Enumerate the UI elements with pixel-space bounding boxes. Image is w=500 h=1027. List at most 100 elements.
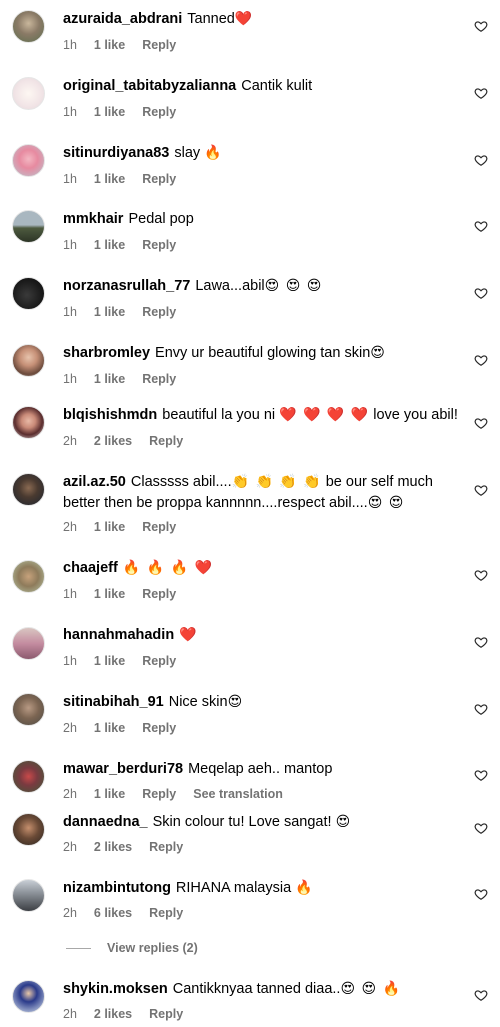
see-translation-button[interactable]: See translation [193, 787, 283, 801]
comment-time: 1h [63, 305, 77, 319]
avatar[interactable] [12, 760, 45, 793]
comment-meta: 1h 1 like Reply [63, 372, 193, 386]
avatar[interactable] [12, 210, 45, 243]
avatar[interactable] [12, 879, 45, 912]
comment-username[interactable]: sharbromley [63, 345, 150, 361]
avatar[interactable] [12, 144, 45, 177]
comment-text: slay [174, 145, 201, 161]
reply-button[interactable]: Reply [142, 654, 176, 668]
heart-outline-icon[interactable] [474, 887, 488, 901]
avatar[interactable] [12, 344, 45, 377]
avatar[interactable] [12, 277, 45, 310]
comment-meta: 2h 2 likes Reply [63, 840, 200, 854]
reply-button[interactable]: Reply [142, 38, 176, 52]
heart-outline-icon[interactable] [474, 153, 488, 167]
view-replies-button[interactable]: View replies (2) [66, 941, 198, 955]
comment-likes[interactable]: 1 like [94, 587, 125, 601]
comment-likes[interactable]: 2 likes [94, 840, 132, 854]
comment-likes[interactable]: 2 likes [94, 434, 132, 448]
avatar[interactable] [12, 560, 45, 593]
comment-username[interactable]: azil.az.50 [63, 474, 126, 490]
comment-username[interactable]: norzanasrullah_77 [63, 278, 190, 294]
avatar[interactable] [12, 406, 45, 439]
reply-button[interactable]: Reply [142, 305, 176, 319]
comment-likes[interactable]: 1 like [94, 787, 125, 801]
heart-outline-icon[interactable] [474, 219, 488, 233]
avatar[interactable] [12, 77, 45, 110]
comment-username[interactable]: sitinabihah_91 [63, 694, 164, 710]
reply-button[interactable]: Reply [142, 172, 176, 186]
comment-username[interactable]: mawar_berduri78 [63, 761, 183, 777]
comment-time: 1h [63, 105, 77, 119]
comment-body: blqishishmdn beautiful la you ni ❤️ ❤️ ❤️… [63, 405, 458, 426]
heart-outline-icon[interactable] [474, 353, 488, 367]
comment-time: 1h [63, 38, 77, 52]
comment-body: sitinabihah_91 Nice skin😍 [63, 692, 458, 713]
comment-meta: 1h 1 like Reply [63, 238, 193, 252]
comment-meta: 2h 1 like Reply [63, 520, 193, 534]
comment-emoji: 😍 [227, 694, 244, 710]
reply-button[interactable]: Reply [149, 906, 183, 920]
comment-body: mawar_berduri78 Meqelap aeh.. mantop [63, 759, 458, 780]
comment-likes[interactable]: 1 like [94, 372, 125, 386]
comment-likes[interactable]: 6 likes [94, 906, 132, 920]
heart-outline-icon[interactable] [474, 768, 488, 782]
reply-button[interactable]: Reply [149, 1007, 183, 1021]
reply-button[interactable]: Reply [149, 434, 183, 448]
comment-likes[interactable]: 1 like [94, 38, 125, 52]
comment-likes[interactable]: 1 like [94, 721, 125, 735]
comment-meta: 1h 1 like Reply [63, 587, 193, 601]
comment-username[interactable]: sitinurdiyana83 [63, 145, 169, 161]
heart-outline-icon[interactable] [474, 821, 488, 835]
reply-button[interactable]: Reply [142, 587, 176, 601]
reply-button[interactable]: Reply [142, 787, 176, 801]
comment-meta: 2h 1 like Reply [63, 721, 193, 735]
reply-button[interactable]: Reply [149, 840, 183, 854]
comment-emoji: 😍 😍 😍 [264, 278, 323, 294]
avatar[interactable] [12, 813, 45, 846]
comment-username[interactable]: original_tabitabyzalianna [63, 78, 236, 94]
comment-likes[interactable]: 1 like [94, 172, 125, 186]
heart-outline-icon[interactable] [474, 286, 488, 300]
heart-outline-icon[interactable] [474, 635, 488, 649]
heart-outline-icon[interactable] [474, 86, 488, 100]
comment-username[interactable]: dannaedna_ [63, 814, 148, 830]
comment-likes[interactable]: 1 like [94, 105, 125, 119]
comment-likes[interactable]: 1 like [94, 238, 125, 252]
comment-likes[interactable]: 1 like [94, 520, 125, 534]
heart-outline-icon[interactable] [474, 416, 488, 430]
reply-button[interactable]: Reply [142, 372, 176, 386]
comment-emoji: 😍 [370, 345, 386, 361]
comment-emoji: 🔥 [295, 880, 314, 896]
avatar[interactable] [12, 473, 45, 506]
avatar[interactable] [12, 10, 45, 43]
avatar[interactable] [12, 693, 45, 726]
comment-text: Cantik kulit [241, 78, 313, 94]
comment-time: 1h [63, 238, 77, 252]
avatar[interactable] [12, 627, 45, 660]
comment-likes[interactable]: 1 like [94, 654, 125, 668]
comment-body: nizambintutong RIHANA malaysia 🔥 [63, 878, 458, 899]
heart-outline-icon[interactable] [474, 988, 488, 1002]
comment-text-continued: love you abil! [373, 407, 458, 423]
comment-username[interactable]: chaajeff [63, 560, 118, 576]
heart-outline-icon[interactable] [474, 19, 488, 33]
comment-username[interactable]: nizambintutong [63, 880, 171, 896]
comment-username[interactable]: shykin.moksen [63, 981, 168, 997]
heart-outline-icon[interactable] [474, 483, 488, 497]
avatar[interactable] [12, 980, 45, 1013]
comment-likes[interactable]: 1 like [94, 305, 125, 319]
reply-button[interactable]: Reply [142, 238, 176, 252]
comment-username[interactable]: azuraida_abdrani [63, 11, 182, 27]
comment-meta: 1h 1 like Reply [63, 654, 193, 668]
reply-button[interactable]: Reply [142, 520, 176, 534]
comment-likes[interactable]: 2 likes [94, 1007, 132, 1021]
comment-time: 2h [63, 434, 77, 448]
comment-username[interactable]: mmkhair [63, 211, 123, 227]
comment-username[interactable]: blqishishmdn [63, 407, 157, 423]
reply-button[interactable]: Reply [142, 721, 176, 735]
reply-button[interactable]: Reply [142, 105, 176, 119]
heart-outline-icon[interactable] [474, 568, 488, 582]
comment-username[interactable]: hannahmahadin [63, 627, 174, 643]
heart-outline-icon[interactable] [474, 702, 488, 716]
